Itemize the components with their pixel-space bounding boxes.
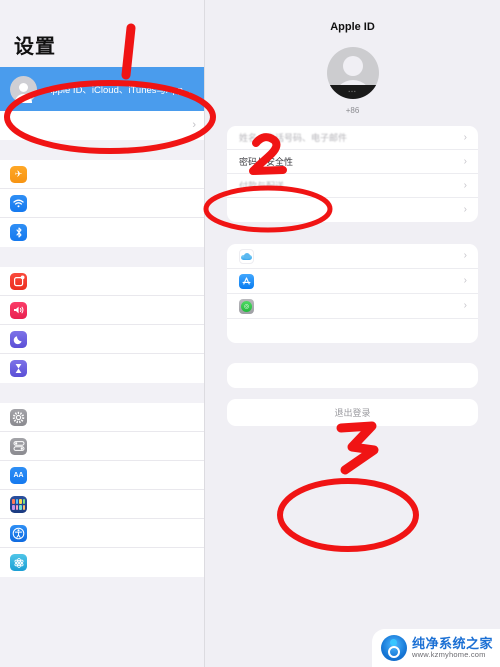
do-not-disturb-moon-icon bbox=[10, 330, 27, 348]
wifi-icon bbox=[10, 194, 27, 212]
watermark-brand: 纯净系统之家 bbox=[411, 635, 493, 651]
row-services-blank[interactable] bbox=[227, 319, 478, 343]
sidebar-item-screen-time[interactable] bbox=[0, 354, 204, 383]
redacted-name-overlay: ▪▪▪ bbox=[326, 85, 379, 99]
gear-icon bbox=[10, 408, 27, 426]
sidebar-item-bluetooth[interactable] bbox=[0, 218, 204, 247]
chevron-right-icon: › bbox=[463, 131, 467, 143]
home-screen-grid-icon bbox=[10, 495, 27, 513]
sign-out-button[interactable]: 退出登录 bbox=[227, 399, 478, 426]
chevron-right-icon: › bbox=[192, 119, 196, 131]
watermark: 纯净系统之家 www.kzmyhome.com bbox=[371, 629, 500, 667]
sidebar-item-wallpaper[interactable] bbox=[0, 548, 204, 577]
ipad-settings-screen: 设置 Apple ID、iCloud、iTunes与App... › ✈ AA … bbox=[0, 0, 500, 667]
row-label: 姓名、电话号码、电子邮件 bbox=[239, 133, 348, 143]
sidebar-item-label: Apple ID、iCloud、iTunes与App... bbox=[46, 85, 191, 96]
page-title: 设置 bbox=[14, 36, 56, 58]
sidebar-divider bbox=[0, 140, 204, 160]
sidebar-group-notifications bbox=[0, 267, 204, 383]
sidebar-item-apple-id[interactable]: Apple ID、iCloud、iTunes与App... bbox=[0, 67, 204, 111]
redacted-name-text: ▪▪▪ bbox=[348, 89, 357, 95]
sidebar-item-control-center[interactable] bbox=[0, 432, 204, 461]
chevron-right-icon: › bbox=[463, 204, 467, 215]
airplane-mode-icon: ✈ bbox=[10, 165, 27, 183]
sidebar-item-home-screen-dock[interactable] bbox=[0, 490, 204, 519]
bluetooth-icon bbox=[10, 224, 27, 241]
display-brightness-aa-icon: AA bbox=[10, 466, 27, 484]
chevron-right-icon: › bbox=[463, 300, 467, 311]
notifications-icon bbox=[10, 272, 27, 290]
sidebar-item-secondary[interactable]: › bbox=[0, 111, 204, 140]
account-subtitle: +86 bbox=[345, 106, 360, 115]
sidebar-item-general[interactable] bbox=[0, 403, 204, 432]
sidebar-item-notifications[interactable] bbox=[0, 267, 204, 296]
sign-out-label: 退出登录 bbox=[334, 408, 371, 418]
sidebar-divider bbox=[0, 383, 204, 403]
sidebar-item-airplane-mode[interactable]: ✈ bbox=[0, 160, 204, 189]
panel-title: Apple ID bbox=[330, 21, 375, 33]
avatar bbox=[10, 75, 37, 103]
settings-sidebar: 设置 Apple ID、iCloud、iTunes与App... › ✈ AA bbox=[0, 0, 205, 667]
app-store-icon bbox=[239, 273, 254, 289]
sidebar-divider bbox=[0, 247, 204, 267]
accessibility-icon bbox=[10, 524, 27, 542]
sidebar-item-wifi[interactable] bbox=[0, 189, 204, 218]
sidebar-group-connectivity: ✈ bbox=[0, 160, 204, 247]
brand-circle-logo-icon bbox=[380, 635, 407, 661]
row-subscriptions[interactable]: › bbox=[227, 198, 478, 222]
account-settings-card: 姓名、电话号码、电子邮件 › 密码与安全性 › 付款与配送 › › bbox=[227, 126, 478, 222]
control-center-toggles-icon bbox=[10, 437, 27, 455]
services-card: › › ◎ › bbox=[227, 244, 478, 343]
sidebar-item-accessibility[interactable] bbox=[0, 519, 204, 548]
find-my-icon: ◎ bbox=[239, 298, 254, 314]
row-password-security[interactable]: 密码与安全性 › bbox=[227, 150, 478, 174]
chevron-right-icon: › bbox=[463, 250, 467, 261]
wallpaper-flower-icon bbox=[10, 554, 27, 571]
screen-time-hourglass-icon bbox=[10, 360, 27, 377]
icloud-icon bbox=[239, 248, 254, 264]
sidebar-item-do-not-disturb[interactable] bbox=[0, 325, 204, 354]
sidebar-item-display-brightness[interactable]: AA bbox=[0, 461, 204, 490]
row-payment-shipping[interactable]: 付款与配送 › bbox=[227, 174, 478, 198]
sidebar-group-general: AA bbox=[0, 403, 204, 577]
row-name-phone-email[interactable]: 姓名、电话号码、电子邮件 › bbox=[227, 126, 478, 150]
row-label: 付款与配送 bbox=[239, 181, 285, 191]
devices-card[interactable] bbox=[227, 363, 478, 388]
sidebar-account-group: Apple ID、iCloud、iTunes与App... › bbox=[0, 67, 204, 140]
chevron-right-icon: › bbox=[463, 179, 467, 191]
row-icloud[interactable]: › bbox=[227, 244, 478, 269]
apple-id-panel: Apple ID ▪▪▪ +86 姓名、电话号码、电子邮件 › 密码与安全性 ›… bbox=[205, 0, 500, 667]
row-find-my[interactable]: ◎ › bbox=[227, 294, 478, 319]
row-device-blank[interactable] bbox=[227, 363, 478, 388]
person-avatar-icon[interactable]: ▪▪▪ bbox=[326, 47, 379, 99]
chevron-right-icon: › bbox=[463, 155, 467, 167]
row-app-store[interactable]: › bbox=[227, 269, 478, 294]
avatar-placeholder-icon bbox=[10, 75, 37, 103]
sounds-icon bbox=[10, 301, 27, 319]
watermark-url: www.kzmyhome.com bbox=[411, 650, 486, 660]
sidebar-item-sounds[interactable] bbox=[0, 296, 204, 325]
chevron-right-icon: › bbox=[463, 275, 467, 286]
row-label: 密码与安全性 bbox=[239, 157, 294, 167]
